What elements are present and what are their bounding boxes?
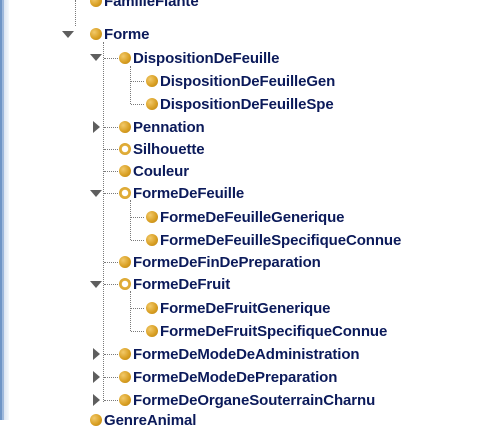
node-label: FormeDeFeuilleSpecifiqueConnue (160, 231, 402, 249)
tree-node-forme-de-fruit-specifique-connue[interactable]: FormeDeFruitSpecifiqueConnue (146, 320, 387, 342)
tree-node-genre-animal[interactable]: GenreAnimal (90, 409, 196, 431)
tree-connector (130, 66, 131, 104)
node-label: FormeDeOrganeSouterrainCharnu (133, 391, 376, 409)
tree-node-forme[interactable]: Forme (90, 23, 149, 45)
class-hierarchy-tree: FamilleFlante Forme DispositionDeFeuille… (0, 0, 481, 429)
expand-toggle-icon[interactable] (93, 121, 100, 133)
node-label: FormeDeFruitGenerique (160, 299, 331, 317)
tree-node-couleur[interactable]: Couleur (119, 160, 189, 182)
collapse-toggle-icon[interactable] (90, 281, 102, 288)
node-label: FormeDeFruitSpecifiqueConnue (160, 322, 388, 340)
collapse-toggle-icon[interactable] (90, 54, 102, 61)
tree-node-disposition-de-feuille-gen[interactable]: DispositionDeFeuilleGen (146, 70, 335, 92)
tree-node-forme-de-fin-de-preparation[interactable]: FormeDeFinDePreparation (119, 251, 321, 273)
tree-connector (104, 262, 118, 263)
tree-node-forme-de-organe-souterrain-charnu[interactable]: FormeDeOrganeSouterrainCharnu (119, 389, 375, 411)
class-icon (146, 325, 158, 337)
tree-node-forme-de-fruit-generique[interactable]: FormeDeFruitGenerique (146, 297, 331, 319)
class-icon (119, 256, 131, 268)
tree-connector (131, 104, 144, 105)
class-icon (146, 302, 158, 314)
tree-connector (130, 200, 131, 240)
class-icon (146, 98, 158, 110)
tree-node-disposition-de-feuille-spe[interactable]: DispositionDeFeuilleSpe (146, 93, 334, 115)
class-icon (90, 0, 102, 7)
tree-node-forme-de-fruit[interactable]: FormeDeFruit (119, 273, 230, 295)
tree-connector (130, 291, 131, 331)
expand-toggle-icon[interactable] (93, 394, 100, 406)
node-label: Pennation (133, 118, 205, 136)
class-icon (90, 414, 102, 426)
tree-connector (104, 127, 118, 128)
class-icon (119, 52, 131, 64)
class-icon (90, 28, 102, 40)
node-label: FormeDeFinDePreparation (133, 253, 321, 271)
class-icon (146, 75, 158, 87)
node-label: FamilleFlante (104, 0, 199, 10)
node-label: FormeDeModeDeAdministration (133, 345, 360, 363)
tree-node-forme-de-mode-de-preparation[interactable]: FormeDeModeDePreparation (119, 366, 337, 388)
collapse-toggle-icon[interactable] (90, 190, 102, 197)
tree-node-famille-plante[interactable]: FamilleFlante (90, 0, 199, 12)
tree-connector (131, 308, 144, 309)
tree-connector (104, 193, 118, 194)
class-icon (119, 394, 131, 406)
node-label: DispositionDeFeuilleGen (160, 72, 336, 90)
class-icon (146, 211, 158, 223)
class-icon (146, 234, 158, 246)
node-label: Forme (104, 25, 150, 43)
defined-class-icon (119, 143, 131, 155)
node-label: DispositionDeFeuille (133, 49, 280, 67)
node-label: FormeDeFruit (133, 275, 231, 293)
tree-connector (131, 81, 144, 82)
tree-connector (131, 240, 144, 241)
tree-connector (104, 149, 118, 150)
tree-connector (104, 354, 118, 355)
node-label: FormeDeModeDePreparation (133, 368, 338, 386)
tree-node-pennation[interactable]: Pennation (119, 116, 205, 138)
node-label: Couleur (133, 162, 189, 180)
node-label: DispositionDeFeuilleSpe (160, 95, 334, 113)
tree-connector (131, 217, 144, 218)
tree-node-forme-de-feuille-generique[interactable]: FormeDeFeuilleGenerique (146, 206, 345, 228)
expand-toggle-icon[interactable] (93, 371, 100, 383)
tree-node-disposition-de-feuille[interactable]: DispositionDeFeuille (119, 47, 279, 69)
tree-connector (104, 400, 118, 401)
collapse-toggle-icon[interactable] (62, 31, 74, 38)
defined-class-icon (119, 278, 131, 290)
tree-connector (104, 377, 118, 378)
tree-connector (104, 58, 118, 59)
tree-connector (75, 0, 76, 26)
node-label: GenreAnimal (104, 411, 197, 429)
tree-connector (104, 284, 118, 285)
expand-toggle-icon[interactable] (93, 348, 100, 360)
class-icon (119, 121, 131, 133)
tree-node-silhouette[interactable]: Silhouette (119, 138, 205, 160)
defined-class-icon (119, 187, 131, 199)
tree-node-forme-de-feuille[interactable]: FormeDeFeuille (119, 182, 244, 204)
tree-node-forme-de-feuille-specifique-connue[interactable]: FormeDeFeuilleSpecifiqueConnue (146, 229, 401, 251)
node-label: FormeDeFeuilleGenerique (160, 208, 345, 226)
tree-connector (104, 171, 118, 172)
tree-connector (131, 331, 144, 332)
class-icon (119, 348, 131, 360)
tree-connector (103, 42, 104, 402)
class-icon (119, 371, 131, 383)
node-label: Silhouette (133, 140, 205, 158)
class-icon (119, 165, 131, 177)
node-label: FormeDeFeuille (133, 184, 245, 202)
tree-node-forme-de-mode-de-administration[interactable]: FormeDeModeDeAdministration (119, 343, 360, 365)
